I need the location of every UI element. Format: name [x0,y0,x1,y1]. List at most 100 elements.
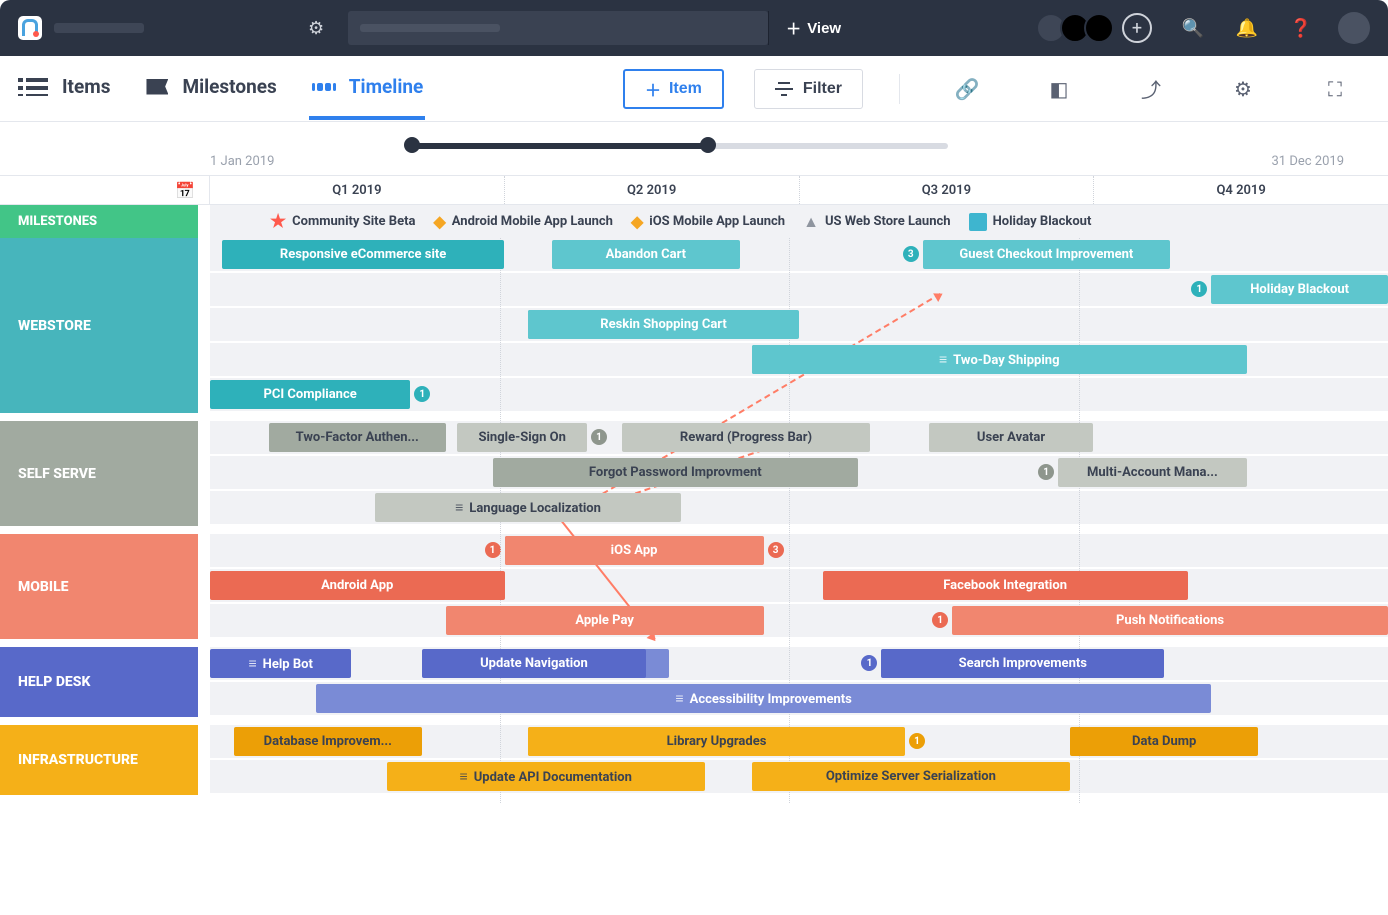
timeline-bar[interactable]: Library Upgrades [528,727,905,756]
view-button-label: View [807,20,841,37]
dependency-badge[interactable]: 1 [591,429,607,445]
timeline-bar[interactable]: Language Localization [375,493,681,522]
search-icon[interactable]: 🔍 [1180,18,1206,39]
swimlane-label[interactable]: MOBILE [0,534,198,639]
dependency-badge[interactable]: 1 [1038,464,1054,480]
timeline-area: 1 Jan 2019 31 Dec 2019 📅 Q1 2019Q2 2019Q… [0,140,1388,803]
export-icon[interactable]: ⤴ [1134,74,1168,103]
user-avatar[interactable] [1338,12,1370,44]
timeline-bar[interactable]: Apple Pay [446,606,764,635]
timeline-bar[interactable]: Android App [210,571,505,600]
bar-label: Help Bot [248,655,312,672]
timeline-settings-icon[interactable]: 📅 [0,176,210,204]
dependency-badge[interactable]: 1 [932,612,948,628]
quarter-cell: Q3 2019 [800,176,1095,204]
milestone-item[interactable]: ◆iOS Mobile App Launch [631,212,785,231]
avatar[interactable] [1084,13,1114,43]
quarter-gridline [1079,238,1080,803]
timeline-bar[interactable]: Update API Documentation [387,762,705,791]
timeline-bar[interactable]: Multi-Account Mana... [1058,458,1246,487]
bar-label: Search Improvements [959,656,1087,671]
workspace-name-redacted[interactable] [54,23,144,33]
bar-label: Holiday Blackout [1250,282,1349,297]
link-view-icon[interactable]: 🔗 [950,77,984,101]
swimlanes: WEBSTORE Responsive eCommerce site Abandon… [0,238,1388,803]
dependency-badge[interactable]: 1 [414,386,430,402]
milestone-item[interactable]: Holiday Blackout [969,213,1092,231]
milestone-item[interactable]: ▲US Web Store Launch [803,212,950,232]
swimlane-tracks: Help Bot Update Navigation Search Improvem… [210,647,1388,717]
view-button[interactable]: ＋ View [768,11,858,45]
timeline-bar[interactable]: Responsive eCommerce site [222,240,505,269]
search-input[interactable] [348,11,768,45]
swimlane-label[interactable]: WEBSTORE [0,238,198,413]
timeline-bar[interactable]: PCI Compliance [210,380,410,409]
timeline-bar[interactable]: Facebook Integration [823,571,1188,600]
swimlane-label[interactable]: HELP DESK [0,647,198,717]
timeline-bar[interactable]: Single-Sign On [457,423,587,452]
app-logo[interactable] [18,16,42,40]
timeline-bar[interactable]: Update Navigation [422,649,646,678]
dependency-badge[interactable]: 3 [903,246,919,262]
timeline-bar[interactable]: Forgot Password Improvment [493,458,858,487]
tab-items[interactable]: Items [22,57,112,120]
dependency-badge[interactable]: 1 [861,655,877,671]
diamond-icon: ◆ [631,212,643,231]
date-start: 1 Jan 2019 [210,154,274,169]
timeline-bar[interactable]: Optimize Server Serialization [752,762,1070,791]
track-row: Help Bot Update Navigation Search Improvem… [210,647,1388,680]
bar-label: iOS App [611,543,658,558]
timeline-bar[interactable]: Help Bot [210,649,351,678]
bar-label: Facebook Integration [943,578,1067,593]
timeline-bar[interactable]: Reward (Progress Bar) [622,423,869,452]
help-icon[interactable]: ❓ [1288,18,1314,39]
timeline-bar[interactable]: Database Improvem... [234,727,422,756]
tab-milestones[interactable]: Milestones [142,57,278,120]
settings-icon[interactable]: ⚙ [308,18,324,39]
timeline-bar[interactable]: Guest Checkout Improvement [923,240,1170,269]
timeline-bar[interactable]: Data Dump [1070,727,1258,756]
milestone-item[interactable]: ◆Android Mobile App Launch [433,212,613,231]
range-handle-end[interactable] [700,137,716,153]
timeline-bar[interactable]: Push Notifications [952,606,1388,635]
swimlane-label[interactable]: INFRASTRUCTURE [0,725,198,795]
timeline-bar[interactable]: Abandon Cart [552,240,740,269]
star-icon: ★ [270,211,286,232]
add-collaborator-button[interactable]: + [1122,13,1152,43]
gear-icon[interactable]: ⚙ [1226,77,1260,101]
bar-label: Accessibility Improvements [675,690,851,707]
timeline-bar[interactable]: Holiday Blackout [1211,275,1388,304]
track-row: Update API Documentation Optimize Server … [210,760,1388,793]
swimlane: SELF SERVE Two-Factor Authen... Single-Sig… [0,421,1388,534]
layout-icon[interactable]: ◧ [1042,77,1076,101]
timeline-bar[interactable]: User Avatar [929,423,1094,452]
track-row: Android App Facebook Integration [210,569,1388,602]
dependency-badge[interactable]: 1 [1191,281,1207,297]
timeline-bar[interactable]: iOS App [505,536,764,565]
bar-label: Update Navigation [480,656,588,671]
range-handle-start[interactable] [404,137,420,153]
timeline-bar[interactable]: Accessibility Improvements [316,684,1211,713]
swimlane-label[interactable]: SELF SERVE [0,421,198,526]
timeline-bar[interactable]: Reskin Shopping Cart [528,310,799,339]
fullscreen-icon[interactable]: ⛶ [1318,77,1352,101]
track-row: Holiday Blackout 1 [210,273,1388,306]
dependency-badge[interactable]: 3 [768,542,784,558]
milestone-label: US Web Store Launch [825,214,951,229]
dependency-badge[interactable]: 1 [909,733,925,749]
tab-timeline[interactable]: Timeline [309,57,426,120]
filter-button[interactable]: Filter [754,69,863,109]
timeline-bar[interactable]: Search Improvements [881,649,1164,678]
dependency-badge[interactable]: 1 [485,542,501,558]
timeline-bar[interactable]: Two-Day Shipping [752,345,1247,374]
tab-milestones-label: Milestones [182,75,276,98]
notifications-icon[interactable]: 🔔 [1234,18,1260,39]
search-placeholder-redacted [360,24,500,32]
date-range-slider[interactable] [408,140,948,150]
add-item-button[interactable]: ＋ Item [623,69,724,109]
timeline-bar[interactable]: Two-Factor Authen... [269,423,446,452]
collaborators[interactable]: + [1036,13,1152,43]
bar-label: Data Dump [1132,734,1196,749]
milestone-item[interactable]: ★Community Site Beta [270,211,415,232]
bar-label: Android App [321,578,393,593]
